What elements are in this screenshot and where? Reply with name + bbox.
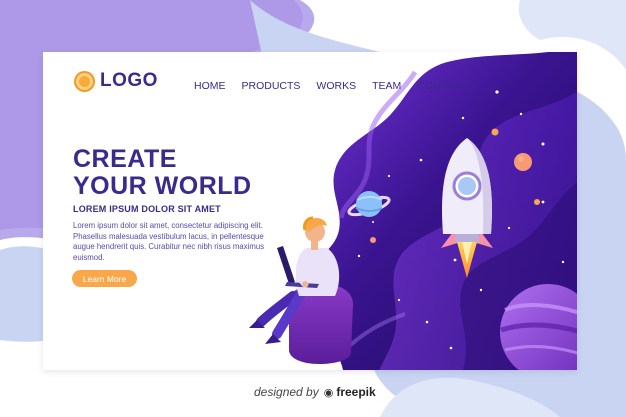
hero-body-text: Lorem ipsum dolor sit amet, consectetur …	[73, 221, 265, 262]
attribution[interactable]: designed by ◉ freepik	[254, 385, 376, 399]
headline-line-1: CREATE	[73, 145, 177, 173]
hero-headline: CREATE YOUR WORLD	[73, 146, 252, 200]
headline-line-2: YOUR WORLD	[73, 172, 252, 200]
logo-text: LOGO	[100, 70, 158, 91]
attribution-brand: freepik	[336, 385, 376, 399]
landing-card: LOGO HOME PRODUCTS WORKS TEAM CONTACTS C…	[43, 52, 577, 370]
attribution-prefix: designed by	[254, 385, 319, 399]
nav-item-team[interactable]: TEAM	[372, 80, 401, 92]
logo-circle-icon	[76, 72, 93, 90]
nav-item-products[interactable]: PRODUCTS	[242, 80, 301, 92]
freepik-logo-icon: ◉	[323, 386, 334, 399]
logo[interactable]: LOGO	[76, 70, 158, 92]
learn-more-button[interactable]: Learn More	[72, 270, 137, 287]
hero-subheading: LOREM IPSUM DOLOR SIT AMET	[73, 204, 221, 214]
nav-item-home[interactable]: HOME	[194, 80, 226, 92]
nav-item-works[interactable]: WORKS	[316, 80, 356, 92]
nav-item-contacts[interactable]: CONTACTS	[417, 80, 474, 92]
main-nav: HOME PRODUCTS WORKS TEAM CONTACTS	[194, 80, 490, 92]
